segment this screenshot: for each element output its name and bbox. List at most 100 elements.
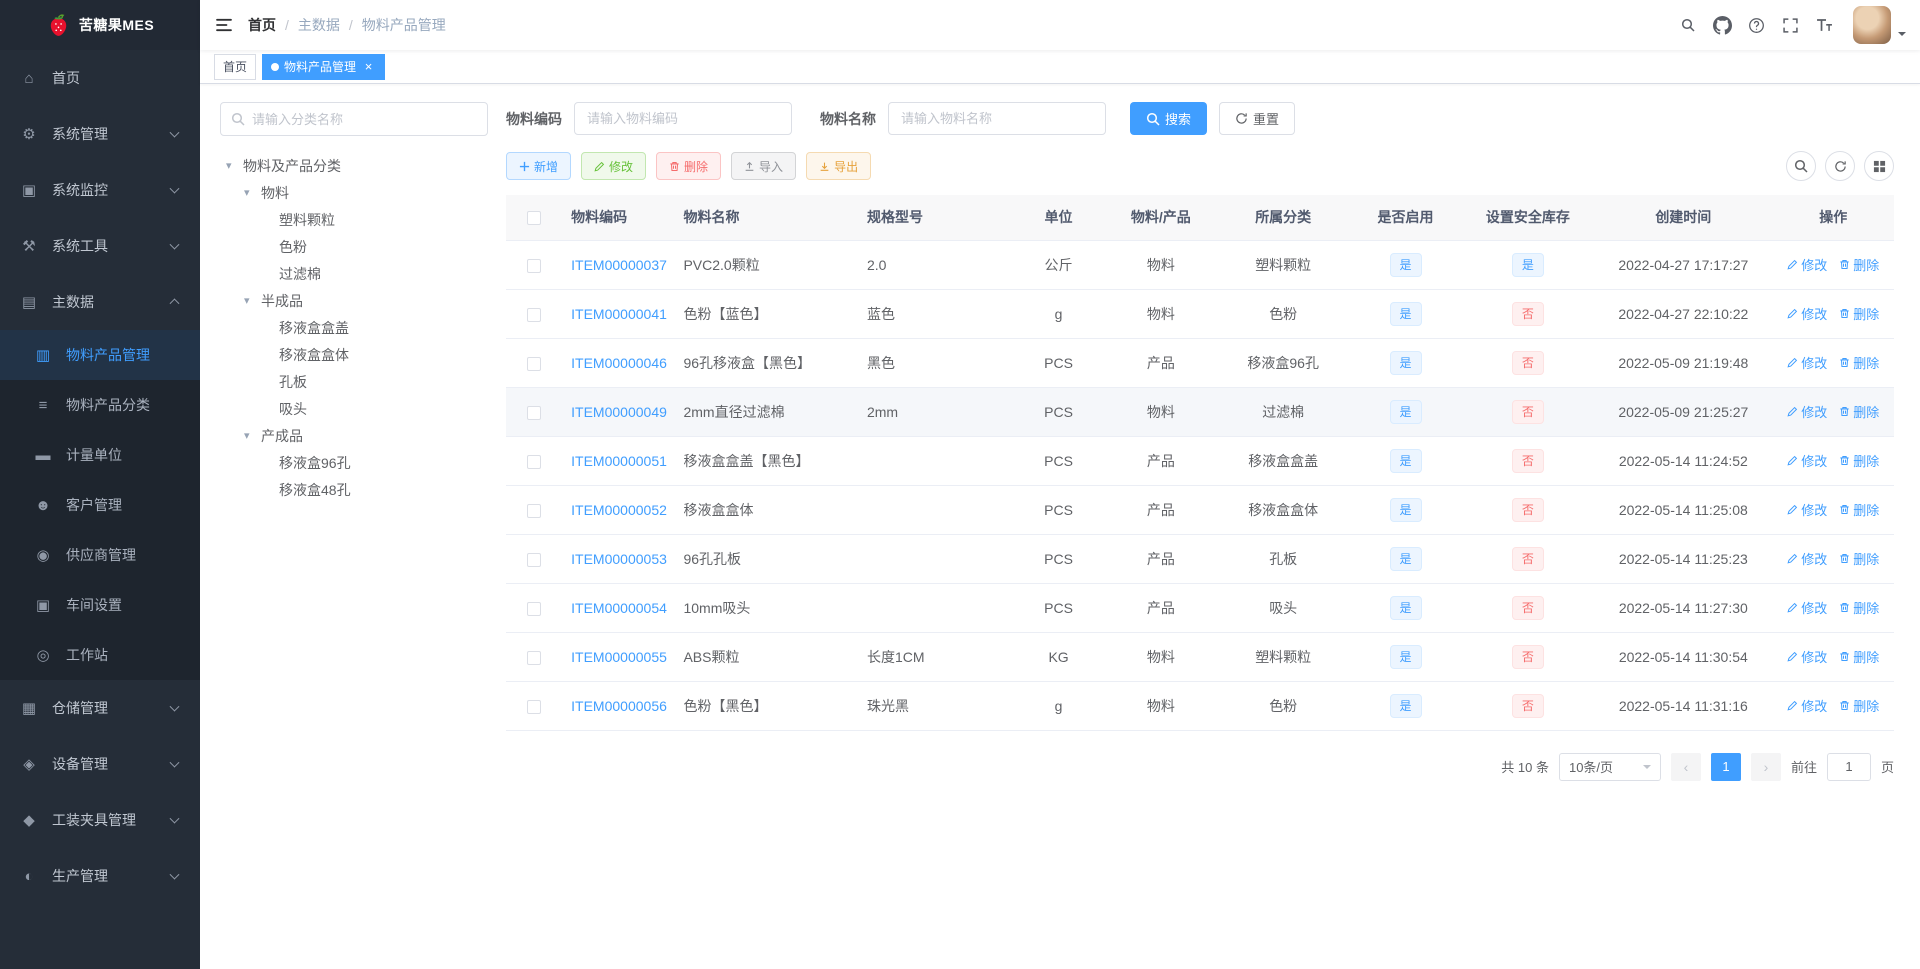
material-code-link[interactable]: ITEM00000049 bbox=[571, 404, 667, 420]
reset-button[interactable]: 重置 bbox=[1219, 102, 1296, 135]
tree-node[interactable]: 孔板 bbox=[220, 368, 488, 395]
tree-node[interactable]: 塑料颗粒 bbox=[220, 206, 488, 233]
material-code-link[interactable]: ITEM00000055 bbox=[571, 649, 667, 665]
sidebar-item-system-monitor[interactable]: ▣ 系统监控 bbox=[0, 162, 200, 218]
edit-row-link[interactable]: 修改 bbox=[1787, 598, 1827, 617]
row-checkbox[interactable] bbox=[526, 454, 541, 469]
github-icon[interactable] bbox=[1705, 0, 1739, 50]
row-checkbox[interactable] bbox=[526, 650, 541, 665]
material-code-link[interactable]: ITEM00000051 bbox=[571, 453, 667, 469]
add-button[interactable]: 新增 bbox=[506, 152, 572, 180]
delete-row-link[interactable]: 删除 bbox=[1839, 549, 1879, 568]
edit-row-link[interactable]: 修改 bbox=[1787, 255, 1827, 274]
delete-row-link[interactable]: 删除 bbox=[1839, 500, 1879, 519]
tree-node[interactable]: 移液盒盒体 bbox=[220, 341, 488, 368]
prev-page-button[interactable]: ‹ bbox=[1670, 752, 1701, 781]
page-1-button[interactable]: 1 bbox=[1710, 752, 1741, 781]
material-name-input[interactable] bbox=[888, 102, 1106, 135]
select-all-checkbox[interactable] bbox=[526, 211, 541, 226]
edit-row-link[interactable]: 修改 bbox=[1787, 353, 1827, 372]
tree-node[interactable]: ▾ 半成品 bbox=[220, 287, 488, 314]
font-size-icon[interactable] bbox=[1807, 0, 1841, 50]
sidebar-item-system-management[interactable]: ⚙ 系统管理 bbox=[0, 106, 200, 162]
goto-page-input[interactable] bbox=[1826, 752, 1871, 781]
breadcrumb-item[interactable]: 首页 bbox=[248, 15, 276, 35]
sidebar-subitem-workstation[interactable]: ◎ 工作站 bbox=[0, 630, 200, 680]
tree-node[interactable]: 吸头 bbox=[220, 395, 488, 422]
material-code-link[interactable]: ITEM00000054 bbox=[571, 600, 667, 616]
row-checkbox[interactable] bbox=[526, 552, 541, 567]
sidebar-item-equipment-management[interactable]: ◈ 设备管理 bbox=[0, 736, 200, 792]
sidebar-subitem-material-product-management[interactable]: ▥ 物料产品管理 bbox=[0, 330, 200, 380]
row-checkbox[interactable] bbox=[526, 307, 541, 322]
sidebar-item-system-tools[interactable]: ⚒ 系统工具 bbox=[0, 218, 200, 274]
delete-row-link[interactable]: 删除 bbox=[1839, 402, 1879, 421]
delete-row-link[interactable]: 删除 bbox=[1839, 696, 1879, 715]
breadcrumb-item[interactable]: 主数据 bbox=[298, 15, 340, 35]
sidebar-subitem-material-product-category[interactable]: ≡ 物料产品分类 bbox=[0, 380, 200, 430]
edit-row-link[interactable]: 修改 bbox=[1787, 549, 1827, 568]
tree-node[interactable]: 过滤棉 bbox=[220, 260, 488, 287]
tree-node[interactable]: ▾ 产成品 bbox=[220, 422, 488, 449]
columns-button[interactable] bbox=[1864, 151, 1894, 181]
avatar[interactable] bbox=[1853, 6, 1891, 44]
tree-node[interactable]: 移液盒盒盖 bbox=[220, 314, 488, 341]
export-button[interactable]: 导出 bbox=[806, 152, 872, 180]
material-code-link[interactable]: ITEM00000056 bbox=[571, 698, 667, 714]
row-checkbox[interactable] bbox=[526, 699, 541, 714]
sidebar-item-home[interactable]: ⌂ 首页 bbox=[0, 50, 200, 106]
sidebar-subitem-customer-management[interactable]: ☻ 客户管理 bbox=[0, 480, 200, 530]
tree-node[interactable]: ▾ 物料及产品分类 bbox=[220, 152, 488, 179]
toggle-search-button[interactable] bbox=[1786, 151, 1816, 181]
question-icon[interactable] bbox=[1739, 0, 1773, 50]
delete-row-link[interactable]: 删除 bbox=[1839, 451, 1879, 470]
fullscreen-icon[interactable] bbox=[1773, 0, 1807, 50]
delete-row-link[interactable]: 删除 bbox=[1839, 353, 1879, 372]
delete-row-link[interactable]: 删除 bbox=[1839, 255, 1879, 274]
search-button[interactable]: 搜索 bbox=[1130, 102, 1208, 135]
tree-node[interactable]: 色粉 bbox=[220, 233, 488, 260]
sidebar-subitem-workshop-settings[interactable]: ▣ 车间设置 bbox=[0, 580, 200, 630]
row-checkbox[interactable] bbox=[526, 405, 541, 420]
edit-button[interactable]: 修改 bbox=[581, 152, 647, 180]
sidebar-item-warehouse-management[interactable]: ▦ 仓储管理 bbox=[0, 680, 200, 736]
edit-row-link[interactable]: 修改 bbox=[1787, 451, 1827, 470]
material-code-link[interactable]: ITEM00000053 bbox=[571, 551, 667, 567]
edit-row-link[interactable]: 修改 bbox=[1787, 696, 1827, 715]
row-checkbox[interactable] bbox=[526, 356, 541, 371]
delete-row-link[interactable]: 删除 bbox=[1839, 304, 1879, 323]
row-checkbox[interactable] bbox=[526, 258, 541, 273]
material-code-link[interactable]: ITEM00000046 bbox=[571, 355, 667, 371]
edit-row-link[interactable]: 修改 bbox=[1787, 304, 1827, 323]
page-size-select[interactable]: 10条/页 bbox=[1558, 752, 1661, 781]
sidebar-item-production-management[interactable]: ◐ 生产管理 bbox=[0, 848, 200, 904]
next-page-button[interactable]: › bbox=[1750, 752, 1781, 781]
sidebar-subitem-supplier-management[interactable]: ◉ 供应商管理 bbox=[0, 530, 200, 580]
edit-row-link[interactable]: 修改 bbox=[1787, 500, 1827, 519]
category-search-input[interactable] bbox=[252, 111, 477, 127]
material-code-link[interactable]: ITEM00000037 bbox=[571, 257, 667, 273]
sidebar-item-fixture-management[interactable]: ◆ 工装夹具管理 bbox=[0, 792, 200, 848]
material-code-input[interactable] bbox=[574, 102, 792, 135]
material-code-link[interactable]: ITEM00000052 bbox=[571, 502, 667, 518]
row-checkbox[interactable] bbox=[526, 601, 541, 616]
hamburger-icon[interactable] bbox=[200, 0, 248, 50]
delete-row-link[interactable]: 删除 bbox=[1839, 647, 1879, 666]
material-code-link[interactable]: ITEM00000041 bbox=[571, 306, 667, 322]
close-icon[interactable]: × bbox=[361, 59, 376, 74]
row-checkbox[interactable] bbox=[526, 503, 541, 518]
caret-down-icon[interactable] bbox=[1898, 32, 1906, 40]
tab-material-product-management[interactable]: 物料产品管理 × bbox=[262, 53, 386, 80]
import-button[interactable]: 导入 bbox=[731, 152, 797, 180]
sidebar-subitem-measurement-unit[interactable]: ▬ 计量单位 bbox=[0, 430, 200, 480]
edit-row-link[interactable]: 修改 bbox=[1787, 647, 1827, 666]
tab-home[interactable]: 首页 bbox=[214, 53, 257, 80]
tree-node[interactable]: 移液盒48孔 bbox=[220, 476, 488, 503]
delete-row-link[interactable]: 删除 bbox=[1839, 598, 1879, 617]
app-logo[interactable]: 苦糖果MES bbox=[0, 0, 200, 50]
edit-row-link[interactable]: 修改 bbox=[1787, 402, 1827, 421]
sidebar-item-master-data[interactable]: ▤ 主数据 bbox=[0, 274, 200, 330]
tree-node[interactable]: 移液盒96孔 bbox=[220, 449, 488, 476]
delete-button[interactable]: 删除 bbox=[656, 152, 722, 180]
refresh-button[interactable] bbox=[1825, 151, 1855, 181]
